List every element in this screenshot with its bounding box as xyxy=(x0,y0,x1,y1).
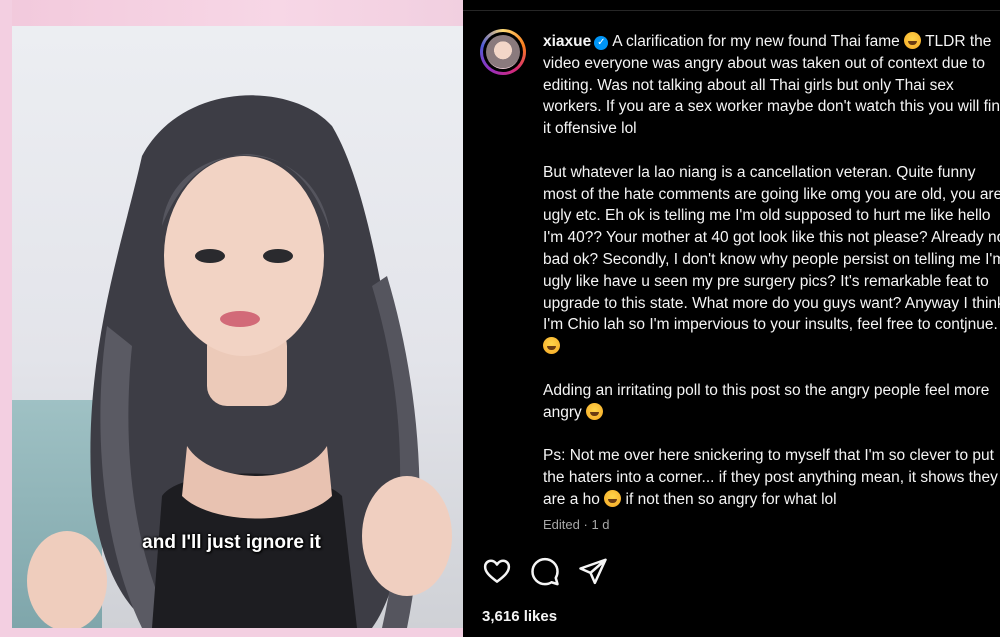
panel-top-divider xyxy=(463,0,1000,11)
username-link[interactable]: xiaxue xyxy=(543,33,591,50)
media-bottom-border xyxy=(0,628,463,637)
video-subtitle: and I'll just ignore it xyxy=(142,532,321,553)
post-media[interactable]: and I'll just ignore it xyxy=(0,0,463,637)
caption-paragraph-3: But whatever la lao niang is a cancellat… xyxy=(543,163,1000,334)
joy-emoji-icon xyxy=(604,489,622,507)
post-time[interactable]: 1 d xyxy=(591,517,609,532)
avatar-ring-gap xyxy=(483,32,523,72)
share-icon[interactable] xyxy=(578,556,608,586)
likes-count[interactable]: 3,616 likes xyxy=(482,608,557,625)
caption-paragraph-4: Adding an irritating poll to this post s… xyxy=(543,381,994,421)
edited-label: Edited xyxy=(543,517,580,532)
joy-emoji-icon xyxy=(586,402,604,420)
avatar-image xyxy=(486,35,520,69)
avatar[interactable] xyxy=(480,29,526,75)
heart-icon[interactable] xyxy=(482,556,512,586)
comment-icon[interactable] xyxy=(530,556,560,586)
verified-icon: ✓ xyxy=(594,36,609,50)
rofl-emoji-icon xyxy=(543,337,560,355)
post-caption: xiaxue ✓ A clarification for my new found … xyxy=(543,31,1000,511)
grinning-emoji-icon xyxy=(904,32,922,49)
caption-paragraph-1: A clarification for my new found Thai fa… xyxy=(612,33,900,50)
media-top-border xyxy=(0,0,463,26)
caption-paragraph-6: if not then so angry for what lol xyxy=(625,490,837,508)
post-meta: Edited · 1 d xyxy=(543,517,610,532)
